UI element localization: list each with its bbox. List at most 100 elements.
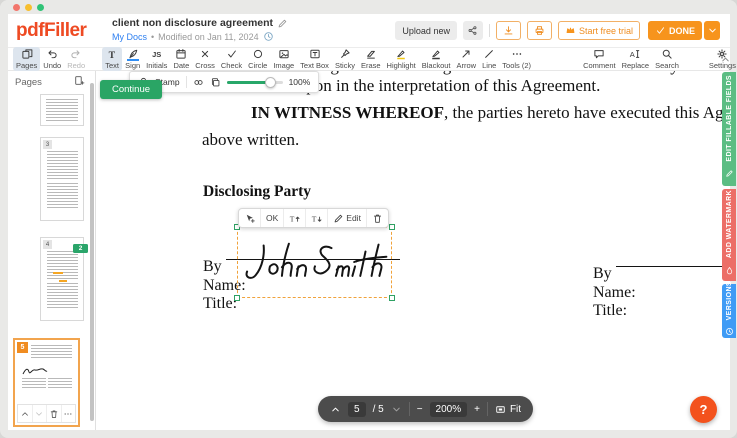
share-icon — [467, 25, 478, 36]
zoom-out-button[interactable]: − — [417, 404, 423, 415]
start-free-trial-button[interactable]: Start free trial — [558, 21, 640, 40]
tool-text-button[interactable]: TText — [102, 47, 122, 71]
signature-john-smith — [241, 231, 389, 293]
tool-replace-button[interactable]: AReplace — [619, 47, 653, 71]
zoom-in-button[interactable]: + — [474, 404, 480, 415]
page-navigation-bar: 5 / 5 − 200% + Fit — [318, 396, 533, 422]
move-signature-button[interactable] — [239, 209, 260, 227]
breadcrumb[interactable]: My Docs — [112, 32, 147, 42]
crown-icon — [565, 25, 576, 36]
tool-pages-button[interactable]: Pages — [13, 47, 40, 71]
minimize-window-button[interactable] — [25, 4, 32, 11]
tool-arrow-button[interactable]: Arrow — [454, 47, 480, 71]
tool-search-button[interactable]: Search — [652, 47, 682, 71]
title-label-left: Title: — [203, 295, 237, 313]
breadcrumb-separator: • — [151, 32, 154, 42]
tool-textbox-button[interactable]: Text Box — [297, 47, 332, 71]
tool-comment-button[interactable]: Comment — [580, 47, 619, 71]
tool-tools-button[interactable]: Tools (2) — [499, 47, 534, 71]
fit-button[interactable]: Fit — [495, 404, 521, 415]
print-button[interactable] — [527, 21, 552, 40]
page-thumbnail-3[interactable]: 3 — [40, 137, 84, 221]
share-button[interactable] — [463, 21, 483, 40]
edit-title-icon[interactable] — [277, 18, 288, 29]
font-down-icon: T — [311, 213, 322, 224]
tab-edit-fillable-fields[interactable]: EDIT FILLABLE FIELDS — [722, 72, 736, 186]
date-icon — [175, 48, 187, 60]
done-dropdown-button[interactable] — [704, 21, 720, 40]
resize-handle-bottom-left[interactable] — [234, 295, 240, 301]
sidebar-header: Pages — [15, 77, 42, 88]
tool-sticky-button[interactable]: Sticky — [332, 47, 358, 71]
resize-handle-bottom-right[interactable] — [389, 295, 395, 301]
page-thumbnail-4[interactable]: 4 2 — [40, 237, 84, 321]
tool-blackout-button[interactable]: Blackout — [419, 47, 454, 71]
signature-selection-box[interactable] — [237, 227, 392, 298]
interpretation-line: d upon in the interpretation of this Agr… — [285, 76, 600, 96]
tool-circle-button[interactable]: Circle — [245, 47, 270, 71]
main-toolbar: PagesUndoRedo TTextSignJSInitialsDateCro… — [8, 48, 730, 71]
edit-signature-button[interactable]: Edit — [327, 209, 366, 227]
zoom-slider[interactable] — [227, 76, 283, 88]
tool-date-button[interactable]: Date — [170, 47, 192, 71]
page-thumbnail-5[interactable]: 5 — [13, 338, 80, 427]
zoom-level[interactable]: 200% — [430, 402, 468, 417]
sidebar-scrollbar[interactable] — [90, 83, 94, 421]
previous-page-icon[interactable] — [330, 404, 341, 415]
page-number-badge: 4 — [43, 240, 52, 249]
close-window-button[interactable] — [13, 4, 20, 11]
redo-icon — [70, 48, 82, 60]
tool-sign-button[interactable]: Sign — [122, 47, 143, 71]
tool-undo-button[interactable]: Undo — [40, 47, 64, 71]
thumbnail-signature-mark — [22, 366, 48, 376]
help-button[interactable]: ? — [690, 396, 717, 423]
next-page-icon[interactable] — [391, 404, 402, 415]
cross-icon — [199, 48, 211, 60]
page-thumbnail[interactable] — [40, 94, 84, 126]
current-page-input[interactable]: 5 — [348, 402, 366, 417]
by-signature-line-right[interactable] — [616, 266, 730, 267]
font-decrease-button[interactable]: T — [305, 209, 327, 227]
resize-handle-top-right[interactable] — [389, 224, 395, 230]
clock-icon — [725, 323, 734, 341]
download-button[interactable] — [496, 21, 521, 40]
upload-new-button[interactable]: Upload new — [395, 21, 457, 40]
signature-ok-button[interactable]: OK — [260, 209, 283, 227]
move-page-down-button[interactable] — [32, 405, 47, 422]
tool-erase-button[interactable]: Erase — [358, 47, 384, 71]
done-button[interactable]: DONE — [648, 21, 702, 40]
document-title: client non disclosure agreement — [112, 17, 273, 29]
tool-redo-button: Redo — [64, 47, 88, 71]
font-increase-button[interactable]: T — [283, 209, 305, 227]
tab-versions[interactable]: VERSIONS — [722, 284, 736, 338]
page-more-options-button[interactable] — [61, 405, 76, 422]
chevron-down-icon — [707, 25, 718, 36]
tool-image-button[interactable]: Image — [270, 47, 297, 71]
slider-knob[interactable] — [265, 77, 276, 88]
tool-cross-button[interactable]: Cross — [192, 47, 218, 71]
continue-button[interactable]: Continue — [100, 80, 162, 99]
delete-signature-button[interactable] — [366, 209, 388, 227]
print-icon — [534, 25, 545, 36]
tool-initials-button[interactable]: JSInitials — [143, 47, 170, 71]
collapse-panel-icon[interactable] — [720, 54, 731, 65]
tool-highlight-button[interactable]: Highlight — [384, 47, 419, 71]
witness-whereof-bold: IN WITNESS WHEREOF — [251, 103, 444, 122]
document-info: client non disclosure agreement My Docs … — [112, 17, 288, 42]
witness-whereof-rest: , the parties hereto have executed this … — [444, 103, 730, 122]
maximize-window-button[interactable] — [37, 4, 44, 11]
link-icon[interactable] — [193, 77, 204, 88]
copy-icon[interactable] — [210, 77, 221, 88]
move-page-up-button[interactable] — [18, 405, 32, 422]
svg-text:T: T — [290, 214, 295, 223]
signature-toolbar: OK T T Edit — [238, 208, 389, 228]
add-page-icon[interactable] — [74, 75, 85, 86]
fit-icon — [495, 404, 506, 415]
tool-check-button[interactable]: Check — [218, 47, 245, 71]
modified-date: Modified on Jan 11, 2024 — [158, 32, 258, 42]
tool-line-button[interactable]: Line — [479, 47, 499, 71]
delete-page-button[interactable] — [46, 405, 61, 422]
tab-add-watermark[interactable]: ADD WATERMARK — [722, 189, 736, 281]
erase-icon — [365, 48, 377, 60]
check-icon — [655, 25, 666, 36]
